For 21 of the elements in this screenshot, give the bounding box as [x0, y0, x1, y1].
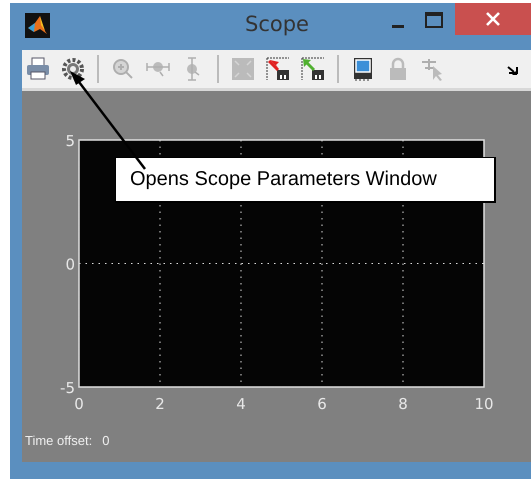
y-tick-label: 5 — [65, 132, 75, 150]
maximize-button[interactable] — [425, 12, 445, 30]
x-tick-label: 2 — [155, 395, 165, 413]
x-tick-label: 6 — [317, 395, 327, 413]
y-tick-label: -5 — [60, 379, 75, 397]
x-tick-label: 0 — [74, 395, 84, 413]
callout-label: Opens Scope Parameters Window — [115, 157, 496, 203]
x-tick-label: 4 — [236, 395, 246, 413]
x-tick-label: 8 — [398, 395, 408, 413]
app-logo-icon — [25, 13, 50, 38]
window-title: Scope — [244, 12, 309, 36]
restore-axes-icon[interactable] — [300, 56, 326, 82]
save-axes-icon[interactable] — [265, 56, 291, 82]
time-offset-label: Time offset: — [25, 433, 92, 448]
close-icon — [485, 11, 501, 27]
time-offset-value: 0 — [102, 433, 110, 448]
x-tick-label: 10 — [474, 395, 494, 413]
printer-icon[interactable] — [25, 56, 51, 82]
overflow-arrow-icon[interactable] — [507, 66, 519, 76]
y-tick-label: 0 — [65, 256, 75, 274]
close-button[interactable] — [455, 3, 531, 35]
